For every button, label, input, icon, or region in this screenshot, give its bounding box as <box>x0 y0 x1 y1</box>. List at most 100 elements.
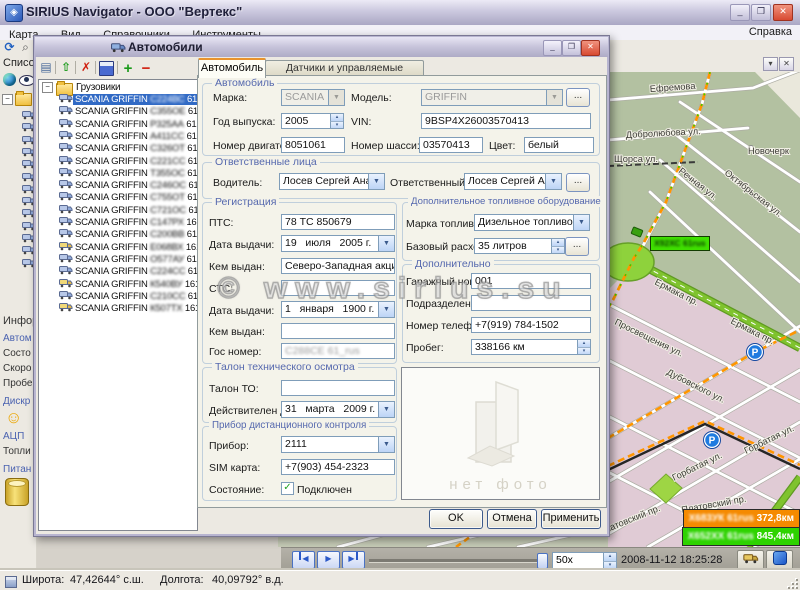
model-more-button[interactable]: ... <box>566 88 590 107</box>
close-button[interactable]: ✕ <box>773 4 793 21</box>
restore-button[interactable]: ❐ <box>751 4 771 21</box>
ok-button[interactable]: OK <box>429 509 483 529</box>
chevron-down-icon[interactable]: ▼ <box>378 402 394 417</box>
refresh-icon[interactable]: ⟳ <box>2 40 17 55</box>
slider-thumb[interactable] <box>537 553 548 569</box>
cancel-button[interactable]: Отмена <box>487 509 537 529</box>
driver-combo[interactable]: Лосев Сергей Анатоль▼ <box>279 173 385 190</box>
tree-item-vehicle[interactable]: SCANIA GRIFFIN К540ВУ 161rus <box>39 278 197 290</box>
sim-card-field[interactable]: +7(903) 454-2323 <box>281 459 395 475</box>
tree-item-vehicle[interactable]: SCANIA GRIFFIN С200ВВ 61rus <box>39 228 197 240</box>
tree-item-vehicle[interactable]: SCANIA GRIFFIN С224СС 61rus <box>39 265 197 277</box>
persons-more-button[interactable]: ... <box>566 173 590 192</box>
tree-item-vehicle[interactable]: SCANIA GRIFFIN С221СС 61rus <box>39 155 197 167</box>
chevron-down-icon[interactable]: ▼ <box>378 302 394 317</box>
chevron-down-icon[interactable]: ▼ <box>378 437 394 452</box>
apply-button[interactable]: Применить <box>541 509 601 529</box>
sidebar-panel-4[interactable]: Скоро <box>3 363 31 374</box>
sts-field[interactable] <box>281 280 395 296</box>
save-icon[interactable] <box>98 61 114 77</box>
brand-combo[interactable]: SCANIA▼ <box>281 89 345 106</box>
spinner-arrows-icon[interactable]: ▴▾ <box>577 340 590 354</box>
sidebar-panel-3[interactable]: Состо <box>3 348 31 359</box>
add-group-icon[interactable]: ⇧ <box>58 60 74 76</box>
vehicle-icon-button[interactable] <box>737 550 764 570</box>
spinner-arrows-icon[interactable]: ▴▾ <box>330 114 343 128</box>
marker-icon-button[interactable] <box>766 550 793 570</box>
tree-item-vehicle[interactable]: SCANIA GRIFFIN С755ОТ 61rus <box>39 191 197 203</box>
inspection-valid-combo[interactable]: 31 марта 2009 г.▼ <box>281 401 395 418</box>
engine-number-field[interactable]: 8051061 <box>281 137 345 153</box>
model-combo[interactable]: GRIFFIN▼ <box>421 89 563 106</box>
tree-expander-icon[interactable]: − <box>42 82 53 93</box>
fuel-brand-combo[interactable]: Дизельное топливо▼ <box>474 214 590 231</box>
pts-field[interactable]: 78 ТС 850679 <box>281 214 395 230</box>
step-forward-button[interactable]: ▶ <box>342 551 365 569</box>
sidebar-panel-9[interactable]: Питан <box>3 464 31 475</box>
search-icon[interactable]: ⌕ <box>18 40 33 55</box>
device-combo[interactable]: 2111▼ <box>281 436 395 453</box>
dialog-title-bar[interactable]: Автомобили _ ❐ ✕ <box>35 37 608 57</box>
minimize-button[interactable]: _ <box>730 4 750 21</box>
list-view-icon[interactable]: ▤ <box>38 60 54 76</box>
inspection-ticket-field[interactable] <box>281 380 395 396</box>
year-spinner[interactable]: 2005▴▾ <box>281 113 344 129</box>
tree-item-vehicle[interactable]: SCANIA GRIFFIN С721ОС 61rus <box>39 204 197 216</box>
pts-issuer-field[interactable]: Северо-Западная акцизная т <box>281 258 395 274</box>
tree-item-vehicle[interactable]: SCANIA GRIFFIN С326ОТ 61rus <box>39 142 197 154</box>
garage-number-field[interactable]: 001 <box>471 273 591 289</box>
tree-root-row[interactable]: − Грузовики <box>39 81 197 93</box>
tree-item-vehicle[interactable]: SCANIA GRIFFIN С246ОС 61rus <box>39 179 197 191</box>
timeline-slider[interactable] <box>369 559 545 563</box>
menu-help[interactable]: Справка <box>749 26 792 38</box>
vehicle-tree[interactable]: − Грузовики SCANIA GRIFFIN С224ВС 61rusS… <box>38 79 198 531</box>
tree-item-vehicle[interactable]: SCANIA GRIFFIN С224ВС 61rus <box>39 93 197 105</box>
sidebar-panel-6[interactable]: Дискр <box>3 396 30 407</box>
responsible-combo[interactable]: Лосев Сергей Анатоль▼ <box>464 173 562 190</box>
vin-field[interactable]: 9BSP4X26003570413 <box>421 113 591 129</box>
resize-grip[interactable] <box>786 577 798 589</box>
sts-date-combo[interactable]: 1 января 1900 г.▼ <box>281 301 395 318</box>
fuel-more-button[interactable]: ... <box>565 237 589 256</box>
tree-item-vehicle[interactable]: SCANIA GRIFFIN Р325АА 61rus <box>39 118 197 130</box>
tree-item-vehicle[interactable]: SCANIA GRIFFIN К507ТХ 161rus <box>39 302 197 314</box>
tree-item-vehicle[interactable]: SCANIA GRIFFIN О577АУ 61rus <box>39 253 197 265</box>
chassis-number-field[interactable]: 03570413 <box>419 137 483 153</box>
tree-expander-icon[interactable]: − <box>2 94 13 105</box>
step-back-button[interactable]: ◀ <box>292 551 315 569</box>
tree-item-vehicle[interactable]: SCANIA GRIFFIN С147РХ 161rus <box>39 216 197 228</box>
parking-marker[interactable]: P <box>747 344 764 361</box>
chevron-down-icon[interactable]: ▼ <box>573 215 589 230</box>
tab-vehicle[interactable]: Автомобиль <box>198 58 266 78</box>
chevron-down-icon[interactable]: ▼ <box>378 236 394 251</box>
delete-icon[interactable]: ✗ <box>78 60 94 76</box>
mileage-spinner[interactable]: 338166 км▴▾ <box>471 339 591 355</box>
dialog-maximize-button[interactable]: ❐ <box>562 40 581 56</box>
dialog-close-button[interactable]: ✕ <box>581 40 600 56</box>
chevron-down-icon[interactable]: ▼ <box>368 174 384 189</box>
sidebar-panel-2[interactable]: Автом <box>3 333 32 344</box>
tree-item-vehicle[interactable]: SCANIA GRIFFIN С355ОЕ 61rus <box>39 105 197 117</box>
tree-item-vehicle[interactable]: SCANIA GRIFFIN С210СС 61rus <box>39 290 197 302</box>
play-button[interactable]: ▶ <box>317 551 340 569</box>
remove-item-icon[interactable]: − <box>138 60 154 76</box>
chevron-down-icon[interactable]: ▼ <box>328 90 344 105</box>
tree-item-vehicle[interactable]: SCANIA GRIFFIN А411СС 61rus <box>39 130 197 142</box>
spinner-arrows-icon[interactable]: ▴▾ <box>603 553 616 569</box>
sidebar-panel-1[interactable]: Информ <box>3 315 37 327</box>
map-close-button[interactable]: ✕ <box>779 57 794 71</box>
map-collapse-button[interactable]: ▾ <box>763 57 778 71</box>
vehicle-map-label[interactable]: Х92ХС 61rus <box>650 236 710 251</box>
vehicle-distance-label[interactable]: Х683УК 61rus 372,8км <box>683 509 800 528</box>
sts-issuer-field[interactable] <box>281 323 395 339</box>
fuel-rate-spinner[interactable]: 35 литров▴▾ <box>474 238 565 254</box>
sidebar-panel-7[interactable]: АЦП <box>3 431 24 442</box>
vehicle-distance-label[interactable]: Х652ХХ 61rus 845,4км <box>682 527 800 546</box>
plate-number-field[interactable]: С288СЕ 61_rus <box>281 343 395 359</box>
tree-item-vehicle[interactable]: SCANIA GRIFFIN Е068ВХ 161rus <box>39 241 197 253</box>
sidebar-panel-8[interactable]: Топли <box>3 446 31 457</box>
color-field[interactable]: белый <box>524 137 594 153</box>
chevron-down-icon[interactable]: ▼ <box>545 174 561 189</box>
tree-item-vehicle[interactable]: SCANIA GRIFFIN Т355ОС 61rus <box>39 167 197 179</box>
globe-icon[interactable] <box>3 73 16 86</box>
